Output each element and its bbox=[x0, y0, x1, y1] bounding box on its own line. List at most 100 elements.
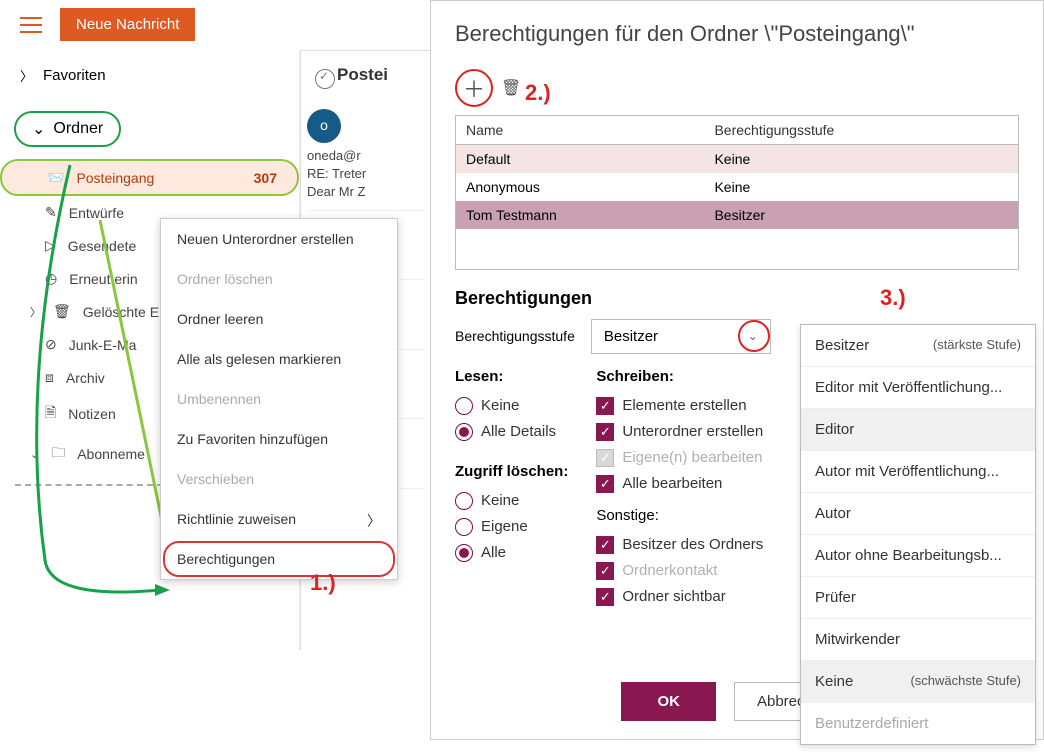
cell-level: Besitzer bbox=[704, 201, 1018, 229]
folders-section[interactable]: ⌄ Ordner bbox=[14, 111, 121, 147]
select-all-icon[interactable] bbox=[315, 69, 335, 89]
option-besitzer[interactable]: Besitzer(stärkste Stufe) bbox=[801, 325, 1035, 367]
message-preview: Dear Mr Z bbox=[307, 183, 424, 201]
annotation-1: 1.) bbox=[310, 570, 336, 596]
inbox-icon: 📨 bbox=[47, 169, 64, 186]
radio-read-all[interactable]: Alle Details bbox=[455, 419, 568, 445]
folder-header: Postei bbox=[337, 65, 424, 85]
table-row[interactable]: Default Keine bbox=[456, 145, 1019, 174]
checkbox-icon bbox=[596, 397, 614, 415]
message-item[interactable]: o oneda@r RE: Treter Dear Mr Z bbox=[307, 103, 424, 211]
message-from: oneda@r bbox=[307, 147, 424, 165]
check-label: Alle bearbeiten bbox=[622, 475, 722, 492]
chevron-down-icon: ⌄ bbox=[32, 119, 45, 139]
dropdown-value: Besitzer bbox=[604, 328, 658, 345]
folder-label: Junk-E-Ma bbox=[69, 337, 137, 353]
check-visible[interactable]: Ordner sichtbar bbox=[596, 584, 763, 610]
add-user-button[interactable]: ＋ bbox=[462, 76, 486, 100]
menu-mark-all-read[interactable]: Alle als gelesen markieren bbox=[161, 339, 397, 379]
permissions-table: Name Berechtigungsstufe Default Keine An… bbox=[455, 115, 1019, 270]
message-subject: RE: Treter bbox=[307, 165, 424, 183]
permission-level-options: Besitzer(stärkste Stufe) Editor mit Verö… bbox=[800, 324, 1036, 745]
folder-label: Notizen bbox=[68, 406, 115, 422]
folder-inbox[interactable]: 📨 Posteingang 307 bbox=[0, 159, 299, 196]
permission-level-dropdown[interactable]: Besitzer ⌄ bbox=[591, 319, 771, 354]
check-label: Besitzer des Ordners bbox=[622, 536, 763, 553]
favorites-label: Favoriten bbox=[43, 67, 106, 84]
option-keine[interactable]: Keine (schwächste Stufe) bbox=[801, 661, 1035, 703]
menu-move: Verschieben bbox=[161, 459, 397, 499]
write-title: Schreiben: bbox=[596, 368, 763, 385]
folder-label: Gesendete bbox=[68, 238, 137, 254]
check-owner[interactable]: Besitzer des Ordners bbox=[596, 532, 763, 558]
checkbox-icon bbox=[596, 588, 614, 606]
chevron-right-icon: 〉 bbox=[30, 304, 41, 320]
folder-label: Posteingang bbox=[76, 170, 154, 186]
option-custom[interactable]: Benutzerdefiniert bbox=[801, 703, 1035, 744]
ok-button[interactable]: OK bbox=[621, 682, 716, 721]
option-autor-noedit[interactable]: Autor ohne Bearbeitungsb... bbox=[801, 535, 1035, 577]
radio-delete-all[interactable]: Alle bbox=[455, 540, 568, 566]
option-editor-publish[interactable]: Editor mit Veröffentlichung... bbox=[801, 367, 1035, 409]
radio-icon bbox=[455, 518, 473, 536]
radio-icon bbox=[455, 397, 473, 415]
option-autor[interactable]: Autor bbox=[801, 493, 1035, 535]
clock-icon: ◷ bbox=[45, 270, 57, 287]
check-create-subfolders[interactable]: Unterordner erstellen bbox=[596, 419, 763, 445]
archive-icon: ⧈ bbox=[45, 369, 54, 386]
option-label: Keine bbox=[815, 673, 853, 690]
new-message-button[interactable]: Neue Nachricht bbox=[60, 8, 195, 41]
table-row[interactable]: Anonymous Keine bbox=[456, 173, 1019, 201]
option-pruefer[interactable]: Prüfer bbox=[801, 577, 1035, 619]
folder-icon: 🗀 bbox=[51, 442, 65, 466]
annotation-3: 3.) bbox=[880, 285, 906, 311]
menu-label: Richtlinie zuweisen bbox=[177, 511, 296, 527]
hamburger-icon[interactable] bbox=[20, 17, 42, 33]
cell-name: Anonymous bbox=[456, 173, 705, 201]
check-create-items[interactable]: Elemente erstellen bbox=[596, 393, 763, 419]
option-mitwirkender[interactable]: Mitwirkender bbox=[801, 619, 1035, 661]
chevron-right-icon: 〉 bbox=[20, 66, 33, 85]
other-title: Sonstige: bbox=[596, 507, 763, 524]
cell-name: Default bbox=[456, 145, 705, 174]
delete-user-button[interactable]: 🗑 bbox=[501, 78, 521, 98]
folder-context-menu: Neuen Unterordner erstellen Ordner lösch… bbox=[160, 218, 398, 580]
chevron-down-icon: ⌄ bbox=[30, 448, 39, 461]
trash-icon: 🗑 bbox=[53, 303, 71, 320]
favorites-section[interactable]: 〉 Favoriten bbox=[0, 60, 299, 91]
check-contact[interactable]: Ordnerkontakt bbox=[596, 558, 763, 584]
menu-assign-policy[interactable]: Richtlinie zuweisen〉 bbox=[161, 499, 397, 539]
radio-label: Keine bbox=[481, 492, 519, 509]
radio-icon bbox=[455, 544, 473, 562]
cell-level: Keine bbox=[704, 173, 1018, 201]
column-name: Name bbox=[456, 116, 705, 145]
option-editor[interactable]: Editor bbox=[801, 409, 1035, 451]
radio-delete-own[interactable]: Eigene bbox=[455, 514, 568, 540]
avatar: o bbox=[307, 109, 341, 143]
annotation-circle: ＋ bbox=[455, 69, 493, 107]
check-label: Ordner sichtbar bbox=[622, 588, 725, 605]
check-label: Elemente erstellen bbox=[622, 397, 746, 414]
radio-delete-none[interactable]: Keine bbox=[455, 488, 568, 514]
cell-level: Keine bbox=[704, 145, 1018, 174]
folder-label: Gelöschte E bbox=[83, 304, 159, 320]
read-title: Lesen: bbox=[455, 368, 568, 385]
menu-add-favorite[interactable]: Zu Favoriten hinzufügen bbox=[161, 419, 397, 459]
menu-rename: Umbenennen bbox=[161, 379, 397, 419]
table-row[interactable]: Tom Testmann Besitzer bbox=[456, 201, 1019, 229]
option-hint: (stärkste Stufe) bbox=[933, 337, 1021, 354]
menu-empty-folder[interactable]: Ordner leeren bbox=[161, 299, 397, 339]
draft-icon: ✎ bbox=[45, 204, 57, 221]
folder-label: Entwürfe bbox=[69, 205, 124, 221]
notes-icon: 🗎 bbox=[45, 402, 56, 426]
radio-label: Eigene bbox=[481, 518, 528, 535]
option-hint: (schwächste Stufe) bbox=[910, 673, 1021, 690]
check-edit-all[interactable]: Alle bearbeiten bbox=[596, 471, 763, 497]
menu-permissions[interactable]: Berechtigungen bbox=[161, 539, 397, 579]
cell-name: Tom Testmann bbox=[456, 201, 705, 229]
radio-read-none[interactable]: Keine bbox=[455, 393, 568, 419]
junk-icon: ⊘ bbox=[45, 336, 57, 353]
option-autor-publish[interactable]: Autor mit Veröffentlichung... bbox=[801, 451, 1035, 493]
menu-create-subfolder[interactable]: Neuen Unterordner erstellen bbox=[161, 219, 397, 259]
check-edit-own: Eigene(n) bearbeiten bbox=[596, 445, 763, 471]
